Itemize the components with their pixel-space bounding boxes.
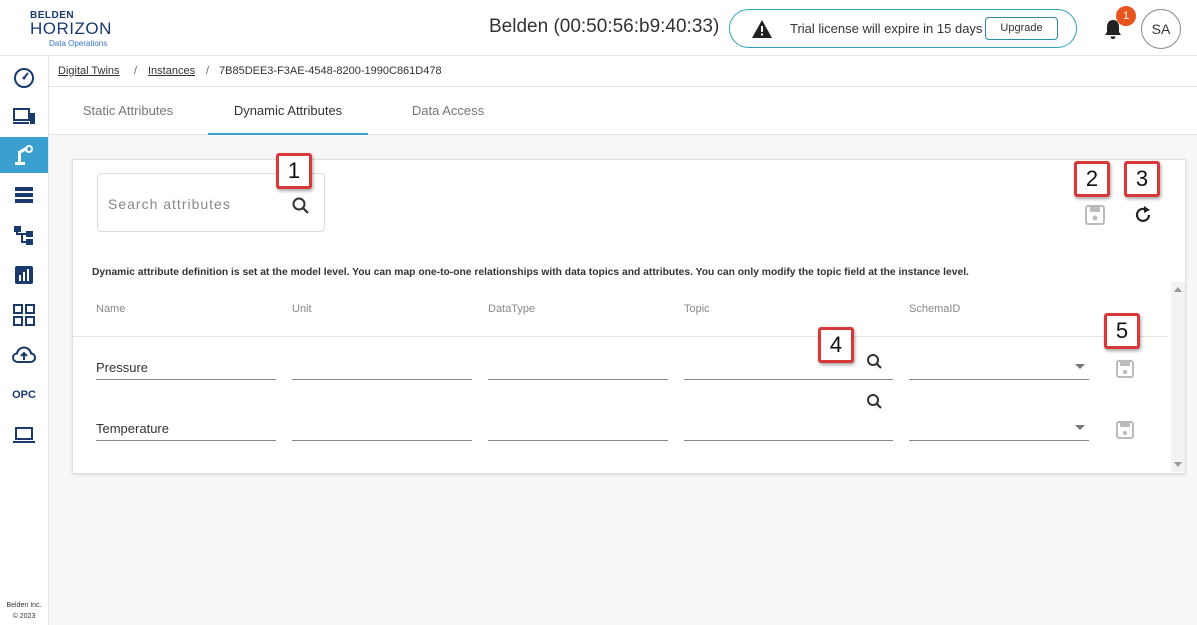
- sidebar: OPC Belden Inc. © 2023: [0, 56, 49, 625]
- dynamic-attributes-card: Dynamic attribute definition is set at t…: [72, 159, 1186, 474]
- license-message: Trial license will expire in 15 days: [790, 21, 983, 36]
- row-save-icon[interactable]: [1115, 359, 1135, 379]
- topic-search-icon[interactable]: [865, 352, 885, 372]
- upload-cloud-icon: [12, 346, 36, 363]
- breadcrumb-separator: /: [206, 65, 210, 77]
- datatype-field: [488, 401, 668, 441]
- header-divider: [73, 336, 1167, 337]
- device-title: Belden (00:50:56:b9:40:33): [489, 16, 720, 37]
- breadcrumb: Digital Twins / Instances / 7B85DEE3-F3A…: [49, 56, 1197, 87]
- vertical-scrollbar[interactable]: [1171, 282, 1185, 472]
- column-header-unit: Unit: [292, 303, 312, 315]
- callout-badge: 1: [276, 153, 312, 189]
- topic-field[interactable]: [684, 340, 893, 380]
- unit-field: [292, 401, 472, 441]
- dropdown-caret-icon: [1075, 425, 1085, 430]
- copyright: Belden Inc. © 2023: [2, 600, 46, 622]
- storage-icon: [15, 187, 33, 203]
- callout-badge: 3: [1124, 161, 1160, 197]
- apps-icon: [13, 304, 35, 326]
- license-banner: Trial license will expire in 15 days Upg…: [729, 9, 1077, 48]
- search-input[interactable]: [108, 194, 278, 214]
- sidebar-item-opc[interactable]: OPC: [0, 377, 48, 413]
- belden-horizon-logo[interactable]: BELDEN HORIZON Data Operations: [30, 10, 130, 48]
- description-text: Dynamic attribute definition is set at t…: [92, 267, 969, 278]
- column-header-topic: Topic: [684, 303, 710, 315]
- name-value: Pressure: [96, 360, 149, 375]
- notification-count-badge: 1: [1116, 6, 1136, 26]
- warning-icon: [752, 20, 772, 38]
- dropdown-caret-icon: [1075, 364, 1085, 369]
- name-field: Temperature: [96, 401, 276, 441]
- topic-field[interactable]: [684, 394, 893, 441]
- search-icon[interactable]: [291, 196, 311, 216]
- breadcrumb-instances[interactable]: Instances: [148, 65, 195, 77]
- app-header: BELDEN HORIZON Data Operations Belden (0…: [0, 0, 1197, 56]
- callout-badge: 4: [818, 327, 854, 363]
- scroll-up-arrow-icon[interactable]: [1174, 287, 1182, 292]
- hierarchy-icon: [14, 226, 33, 245]
- tab-data-access[interactable]: Data Access: [399, 87, 497, 135]
- topic-search-icon[interactable]: [865, 392, 885, 412]
- upgrade-button[interactable]: Upgrade: [985, 17, 1058, 40]
- scroll-down-arrow-icon[interactable]: [1174, 462, 1182, 467]
- callout-badge: 5: [1104, 313, 1140, 349]
- tab-static-attributes[interactable]: Static Attributes: [71, 87, 185, 135]
- unit-field: [292, 340, 472, 380]
- laptop-icon: [13, 427, 35, 443]
- sidebar-item-hierarchy[interactable]: [0, 217, 48, 253]
- sidebar-item-upload[interactable]: [0, 337, 48, 373]
- refresh-icon[interactable]: [1132, 204, 1154, 226]
- tab-dynamic-attributes[interactable]: Dynamic Attributes: [208, 87, 368, 135]
- dashboard-icon: [14, 68, 34, 88]
- schemaid-select[interactable]: [909, 401, 1089, 441]
- sidebar-item-laptop[interactable]: [0, 417, 48, 453]
- opc-label: OPC: [12, 389, 36, 401]
- callout-badge: 2: [1074, 161, 1110, 197]
- sidebar-item-digital-twins[interactable]: [0, 137, 48, 173]
- sidebar-item-apps[interactable]: [0, 297, 48, 333]
- sidebar-item-dashboard[interactable]: [0, 59, 48, 95]
- schemaid-select[interactable]: [909, 340, 1089, 380]
- copyright-line2: © 2023: [12, 613, 36, 620]
- datatype-field: [488, 340, 668, 380]
- logo-line3: Data Operations: [49, 39, 108, 48]
- breadcrumb-separator: /: [134, 65, 138, 77]
- breadcrumb-instance-id: 7B85DEE3-F3AE-4548-8200-1990C861D478: [219, 65, 442, 77]
- name-value: Temperature: [96, 421, 169, 436]
- breadcrumb-digital-twins[interactable]: Digital Twins: [58, 65, 120, 77]
- copyright-line1: Belden Inc.: [6, 602, 42, 609]
- column-header-schemaid: SchemaID: [909, 303, 961, 315]
- digital-twins-icon: [15, 145, 33, 165]
- devices-icon: [13, 108, 35, 124]
- column-header-name: Name: [96, 303, 126, 315]
- row-save-icon[interactable]: [1115, 420, 1135, 440]
- column-header-datatype: DataType: [488, 303, 536, 315]
- tab-bar: Static Attributes Dynamic Attributes Dat…: [49, 87, 1197, 135]
- sidebar-item-storage[interactable]: [0, 177, 48, 213]
- logo-line2: HORIZON: [30, 19, 112, 38]
- sidebar-item-devices[interactable]: [0, 98, 48, 134]
- sidebar-item-reports[interactable]: [0, 257, 48, 293]
- save-all-icon[interactable]: [1084, 204, 1106, 226]
- reports-icon: [15, 266, 33, 284]
- name-field: Pressure: [96, 340, 276, 380]
- user-avatar[interactable]: SA: [1141, 9, 1181, 49]
